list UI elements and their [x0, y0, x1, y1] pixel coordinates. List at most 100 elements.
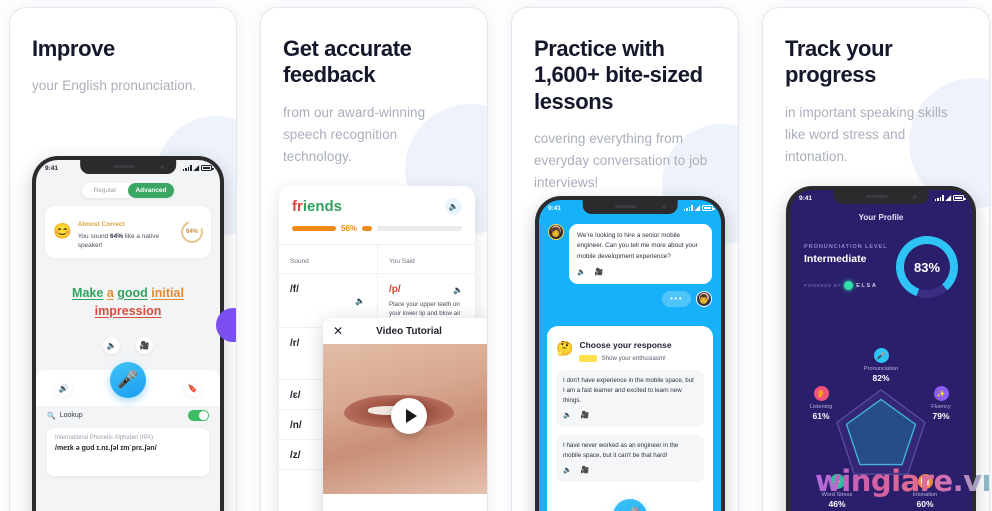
- status-time: 9:41: [45, 164, 59, 172]
- skill-value: 82%: [872, 373, 890, 383]
- bookmark-icon[interactable]: 🔖: [184, 379, 201, 397]
- close-icon[interactable]: ✕: [333, 324, 343, 338]
- video-icon[interactable]: 🎥: [581, 465, 590, 476]
- skill-label: Pronunciation: [863, 366, 899, 372]
- card-subtitle: from our award-winning speech recognitio…: [283, 104, 426, 164]
- battery-icon: [201, 165, 214, 171]
- skill-label: Listening: [809, 404, 833, 410]
- col-header-sound: Sound: [290, 258, 309, 265]
- card-subtitle: covering everything from everyday conver…: [534, 131, 708, 190]
- ipa-label: International Phonetic Alphabet (IPA): [55, 435, 153, 441]
- app-store-screenshot-gallery: Improve your English pronunciation. 9:41…: [0, 0, 992, 511]
- wifi-icon: ◢: [694, 204, 700, 212]
- speaker-icon[interactable]: 🔈: [563, 410, 572, 421]
- mic-icon: 🎤: [873, 348, 889, 363]
- cellular-icon: [183, 165, 192, 171]
- table-header-row: Sound You Said: [279, 245, 475, 274]
- tag-icon: [579, 355, 598, 362]
- level-caption: PRONUNCIATION LEVEL: [804, 244, 888, 250]
- skill-value: 46%: [828, 499, 846, 509]
- speaker-icon[interactable]: 🔈: [563, 465, 572, 476]
- word-error-part: fr: [292, 198, 303, 215]
- progress-fill-secondary: [362, 226, 373, 231]
- progress-value: 56%: [341, 224, 358, 233]
- mode-segmented-control[interactable]: Regular Advanced: [82, 183, 174, 198]
- sound-symbol: /z/: [290, 450, 301, 461]
- play-button[interactable]: [391, 398, 427, 434]
- response-option[interactable]: I don't have experience in the mobile sp…: [556, 370, 704, 427]
- video-overlay-title: Video Tutorial: [376, 325, 442, 337]
- avatar: 👩: [548, 224, 564, 240]
- record-mic-button[interactable]: 🎤: [110, 362, 146, 398]
- cellular-icon: [684, 205, 693, 211]
- feedback-title: Almost Correct: [77, 221, 125, 228]
- score-value: 64%: [185, 228, 199, 235]
- phrase-word-a: a: [106, 285, 114, 300]
- overall-score-value: 83%: [904, 244, 950, 290]
- bot-message-text: We're looking to hire a senior mobile en…: [577, 232, 698, 260]
- skill-value: 79%: [932, 411, 950, 421]
- col-header-you-said: You Said: [389, 258, 415, 265]
- speaker-icon[interactable]: 🔈: [453, 286, 463, 295]
- response-hint-text: Show your enthusiasm!: [601, 355, 666, 362]
- lookup-toggle[interactable]: [188, 410, 209, 421]
- page-title: Practice with 1,600+ bite-sized lessons: [534, 36, 703, 114]
- phrase-action-row: 🔈 🎥: [36, 337, 220, 355]
- skill-listening[interactable]: 👂 Listening 61%: [796, 386, 846, 421]
- phrase-word-make: Make: [72, 285, 104, 300]
- skill-value: 61%: [812, 411, 830, 421]
- phone-notch: [582, 200, 678, 214]
- thinking-emoji-icon: 🤔: [556, 340, 574, 356]
- response-option[interactable]: I have never worked as an engineer in th…: [556, 434, 704, 482]
- phrase-word-impression: impression: [94, 303, 162, 318]
- feedback-prefix: You sound: [77, 233, 110, 240]
- segment-advanced[interactable]: Advanced: [128, 183, 174, 198]
- screen-title: Your Profile: [858, 213, 904, 222]
- status-time: 9:41: [548, 204, 562, 212]
- replay-icon[interactable]: 🔊: [55, 379, 72, 397]
- card-text-block: Get accurate feedback from our award-win…: [261, 8, 487, 167]
- ipa-card: International Phonetic Alphabet (IPA) /m…: [47, 428, 209, 476]
- page-title: Track your progress: [785, 36, 893, 88]
- pronunciation-hint: Place your upper teeth on your lower lip…: [389, 301, 461, 318]
- card-subtitle: your English pronunciation.: [32, 78, 197, 94]
- level-section: PRONUNCIATION LEVEL Intermediate POWERED…: [790, 222, 972, 298]
- segment-regular[interactable]: Regular: [82, 187, 128, 194]
- phone-screen-3: 9:41 ◢ 👩 We're looking to hire a senior …: [539, 200, 721, 511]
- typing-indicator: •••: [662, 291, 691, 308]
- cellular-icon: [935, 195, 944, 201]
- avatar: 👨: [696, 291, 712, 308]
- sound-symbol: /r/: [290, 338, 300, 349]
- response-chooser: 🤔 Choose your response Show your enthusi…: [547, 326, 713, 511]
- video-tutorial-overlay: ✕ Video Tutorial: [323, 318, 487, 511]
- response-header: 🤔 Choose your response Show your enthusi…: [556, 335, 704, 362]
- video-icon[interactable]: 🎥: [595, 267, 604, 278]
- card-subtitle: in important speaking skills like word s…: [785, 104, 948, 164]
- speaker-icon[interactable]: 🔈: [577, 267, 586, 278]
- feedback-card: 😊 Almost Correct You sound 64% like a na…: [45, 206, 211, 258]
- phone-mockup-3: 9:41 ◢ 👩 We're looking to hire a senior …: [535, 196, 725, 511]
- skill-fluency[interactable]: ✨ Fluency 79%: [916, 386, 966, 421]
- video-frame[interactable]: [323, 344, 487, 494]
- search-icon: 🔍: [47, 412, 56, 420]
- sound-symbol: /n/: [290, 420, 302, 431]
- promo-card-progress: Track your progress in important speakin…: [763, 8, 989, 511]
- skill-value: 60%: [916, 499, 934, 509]
- battery-icon: [953, 195, 966, 201]
- page-title: Get accurate feedback: [283, 36, 412, 88]
- speaker-icon[interactable]: 🔈: [445, 198, 462, 215]
- response-title: Choose your response: [579, 340, 672, 350]
- lookup-label: Lookup: [59, 412, 83, 419]
- slow-speaker-icon[interactable]: 🔈: [103, 337, 120, 355]
- brand-logo-icon: [844, 281, 854, 290]
- speaker-icon[interactable]: 🔈: [355, 296, 365, 305]
- sound-symbol: /f/: [290, 284, 299, 295]
- promo-card-improve: Improve your English pronunciation. 9:41…: [10, 8, 236, 511]
- emoji-icon: 😊: [53, 223, 72, 241]
- powered-by-label: POWERED BY: [804, 283, 842, 288]
- skill-pronunciation[interactable]: 🎤 Pronunciation 82%: [856, 348, 906, 383]
- page-title: Improve: [32, 36, 115, 61]
- video-icon[interactable]: 🎥: [581, 410, 590, 421]
- record-mic-button[interactable]: 🎤: [613, 499, 647, 511]
- video-tutorial-icon[interactable]: 🎥: [136, 337, 153, 355]
